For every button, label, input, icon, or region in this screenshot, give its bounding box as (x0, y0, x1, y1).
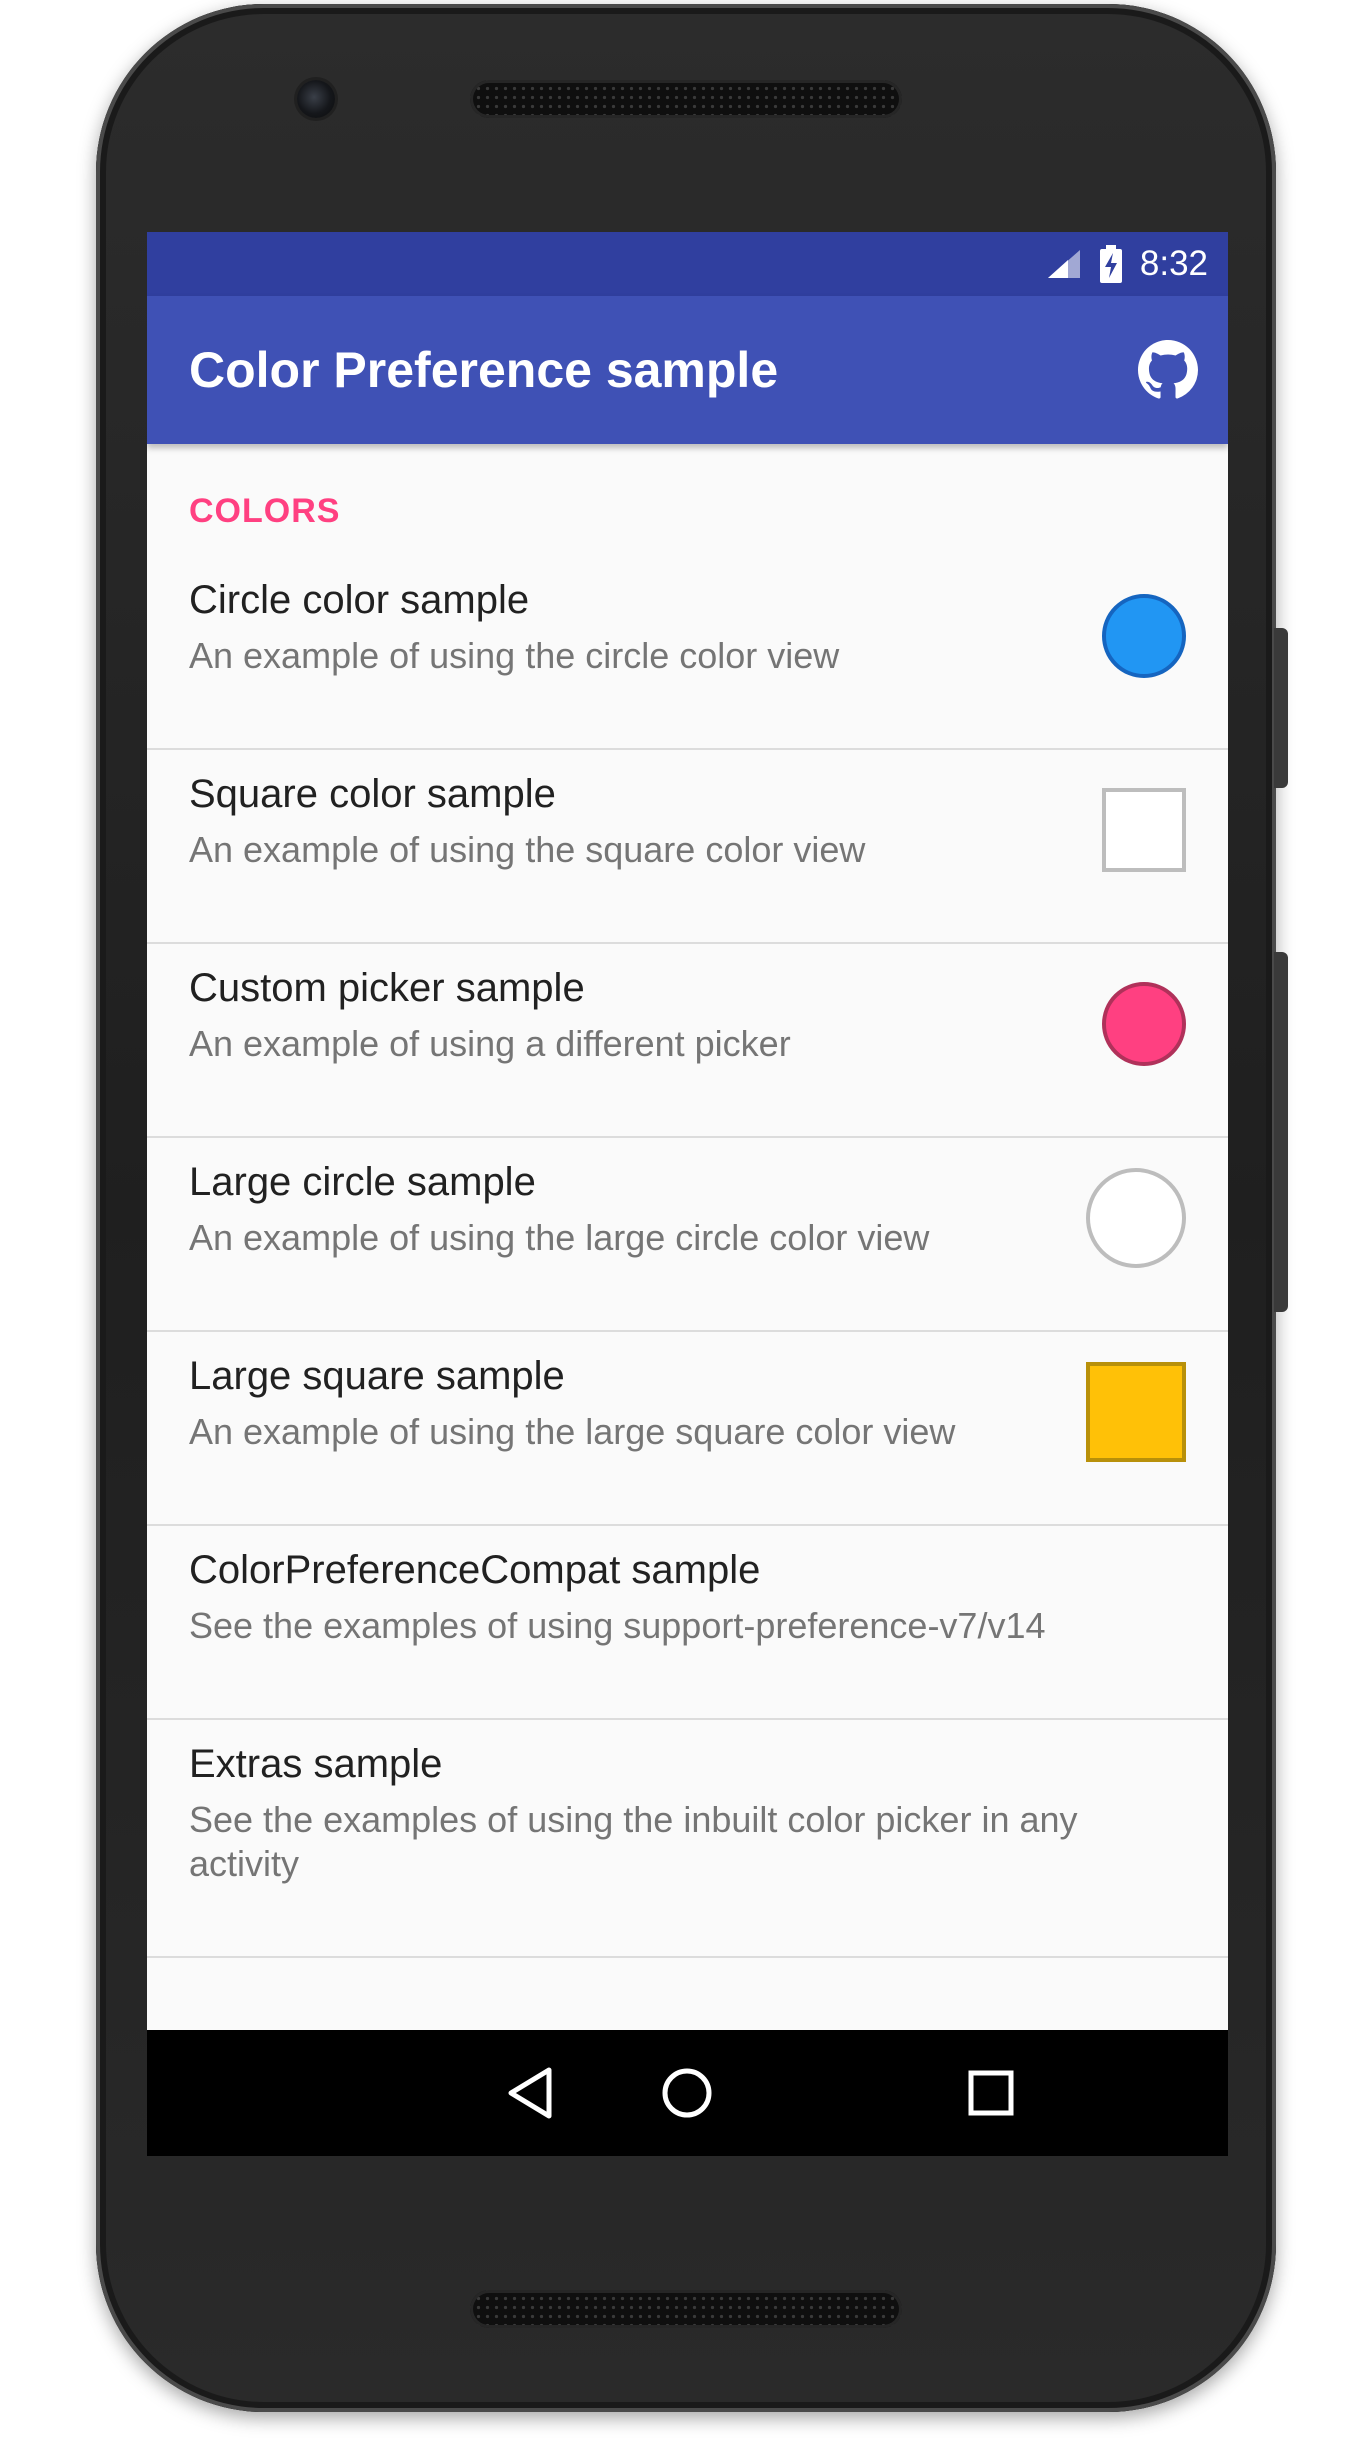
screen: 8:32 Color Preference sample COLORS Circ… (147, 232, 1228, 2156)
pref-title: Large square sample (189, 1354, 565, 1398)
pref-summary: An example of using the circle color vie… (189, 635, 840, 676)
pref-title: Circle color sample (189, 578, 530, 622)
pref-title: ColorPreferenceCompat sample (189, 1548, 761, 1592)
pref-summary: An example of using the large circle col… (189, 1217, 930, 1258)
pref-title: Extras sample (189, 1742, 443, 1786)
preference-screen: COLORS Circle color sample An example of… (147, 444, 1228, 2044)
pref-large-square[interactable]: Large square sample An example of using … (147, 1332, 1228, 1526)
recents-icon[interactable] (931, 2030, 1051, 2156)
pref-summary: See the examples of using support-prefer… (189, 1605, 1046, 1646)
pref-summary: An example of using the large square col… (189, 1411, 956, 1452)
volume-rocker (1274, 952, 1288, 1312)
app-bar: Color Preference sample (147, 296, 1228, 444)
signal-icon (1047, 250, 1080, 278)
home-icon[interactable] (627, 2030, 747, 2156)
category-header: COLORS (189, 492, 341, 530)
status-bar: 8:32 (147, 232, 1228, 296)
app-title: Color Preference sample (189, 342, 779, 398)
device-scene: 8:32 Color Preference sample COLORS Circ… (0, 0, 1370, 2446)
github-icon[interactable] (1138, 340, 1198, 400)
color-swatch-circle (1102, 594, 1186, 678)
pref-title: Square color sample (189, 772, 556, 816)
earpiece-speaker (470, 80, 902, 118)
pref-custom-picker[interactable]: Custom picker sample An example of using… (147, 944, 1228, 1138)
color-swatch-square (1102, 788, 1186, 872)
preference-list: Circle color sample An example of using … (147, 556, 1228, 1958)
pref-summary: An example of using a different picker (189, 1023, 791, 1064)
pref-title: Custom picker sample (189, 966, 585, 1010)
navigation-bar (147, 2030, 1228, 2156)
pref-square-color[interactable]: Square color sample An example of using … (147, 750, 1228, 944)
pref-extras-sample[interactable]: Extras sample See the examples of using … (147, 1720, 1228, 1958)
pref-summary: See the examples of using the inbuilt co… (189, 1799, 1078, 1884)
color-swatch-large-square (1086, 1362, 1186, 1462)
pref-compat-sample[interactable]: ColorPreferenceCompat sample See the exa… (147, 1526, 1228, 1720)
pref-large-circle[interactable]: Large circle sample An example of using … (147, 1138, 1228, 1332)
pref-circle-color[interactable]: Circle color sample An example of using … (147, 556, 1228, 750)
bottom-speaker (470, 2290, 902, 2328)
power-button (1274, 628, 1288, 788)
pref-title: Large circle sample (189, 1160, 536, 1204)
back-icon[interactable] (470, 2030, 590, 2156)
front-camera (297, 80, 335, 118)
battery-charging-icon (1099, 245, 1122, 283)
pref-summary: An example of using the square color vie… (189, 829, 866, 870)
color-swatch-large-circle (1086, 1168, 1186, 1268)
status-time: 8:32 (1139, 244, 1208, 283)
color-swatch-circle (1102, 982, 1186, 1066)
